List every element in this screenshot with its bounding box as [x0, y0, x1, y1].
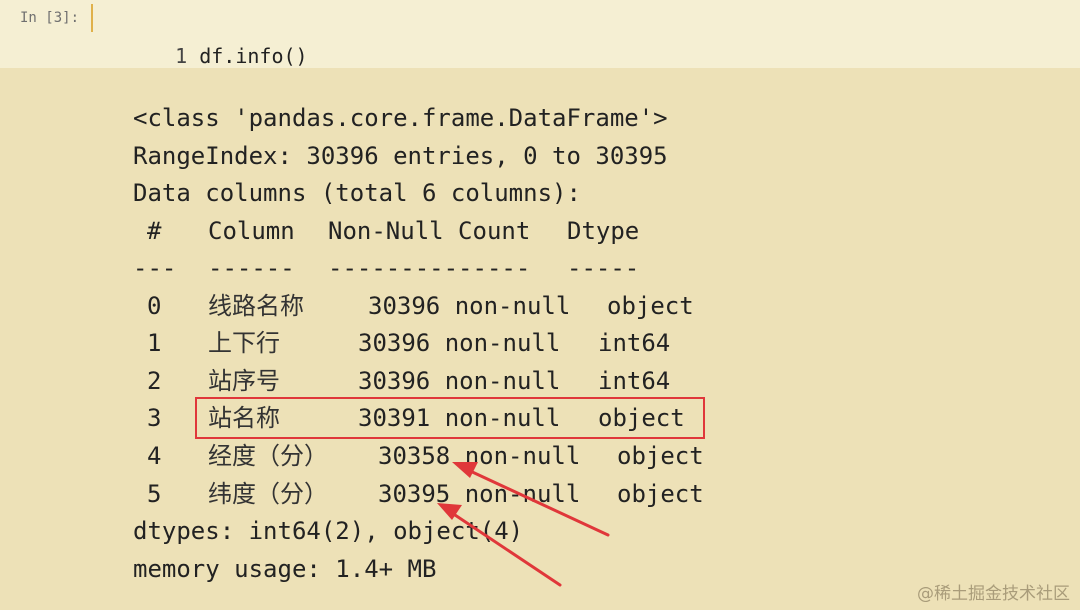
watermark: @稀土掘金技术社区 [917, 584, 1070, 604]
row-column-name: 线路名称 [208, 292, 304, 320]
header-non-null: Non-Null Count [328, 217, 531, 245]
row-dtype: int64 [598, 367, 671, 395]
line-number: 1 [175, 44, 188, 68]
input-cell[interactable]: In [3]: 1 df.info() [0, 0, 1080, 68]
memory-line: memory usage: 1.4+ MB [133, 555, 437, 583]
row-non-null: 30358 non-null [378, 442, 581, 470]
row-non-null: 30396 non-null [358, 367, 561, 395]
row-column-name: 站序号 [208, 367, 280, 395]
row-index: 1 [147, 329, 162, 357]
row-column-name: 上下行 [208, 329, 280, 357]
header-column: Column [208, 217, 295, 245]
range-index-line: RangeIndex: 30396 entries, 0 to 30395 [133, 142, 668, 170]
sep-hash: --- [133, 254, 177, 282]
row-index: 3 [147, 404, 162, 432]
data-columns-line: Data columns (total 6 columns): [133, 179, 581, 207]
row-index: 0 [147, 292, 162, 320]
row-index: 5 [147, 480, 162, 508]
header-hash: # [147, 217, 162, 245]
row-dtype: object [617, 480, 704, 508]
execution-prompt: In [3]: [20, 10, 80, 26]
row-dtype: object [617, 442, 704, 470]
row-dtype: object [607, 292, 694, 320]
code-text[interactable]: df.info() [199, 44, 307, 68]
sep-column: ------ [208, 254, 295, 282]
sep-dtype: ----- [567, 254, 640, 282]
row-index: 2 [147, 367, 162, 395]
header-dtype: Dtype [567, 217, 640, 245]
row-non-null: 30395 non-null [378, 480, 581, 508]
dtypes-line: dtypes: int64(2), object(4) [133, 517, 524, 545]
cell-focus-bar [91, 4, 93, 32]
highlight-box [195, 397, 705, 439]
row-dtype: int64 [598, 329, 671, 357]
row-non-null: 30396 non-null [368, 292, 571, 320]
row-non-null: 30396 non-null [358, 329, 561, 357]
row-index: 4 [147, 442, 162, 470]
row-column-name: 纬度（分） [208, 480, 328, 508]
class-line: <class 'pandas.core.frame.DataFrame'> [133, 104, 668, 132]
sep-non-null: -------------- [328, 254, 531, 282]
row-column-name: 经度（分） [208, 442, 328, 470]
